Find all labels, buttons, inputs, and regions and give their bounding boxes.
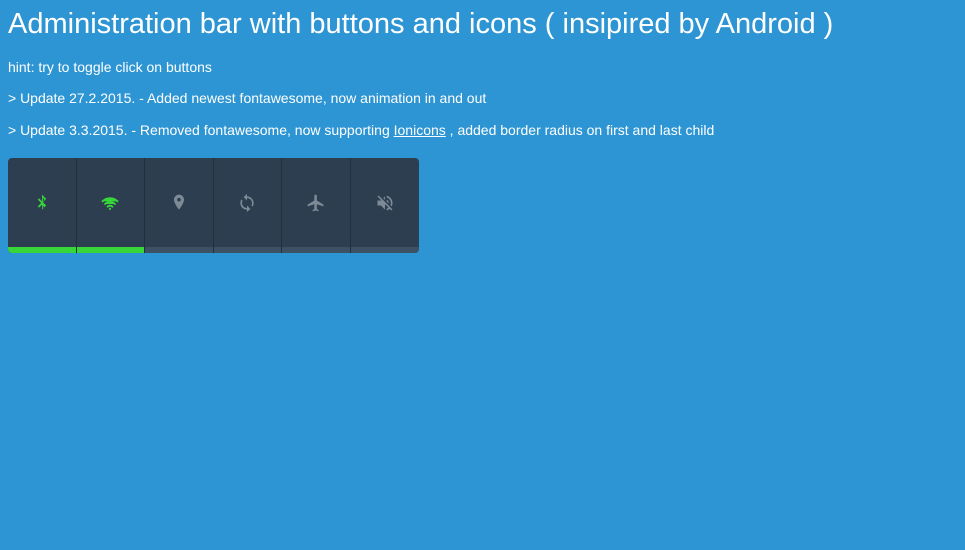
update-1: > Update 27.2.2015. - Added newest fonta… (8, 89, 957, 109)
ionicons-link[interactable]: Ionicons (394, 122, 446, 138)
active-indicator (8, 247, 76, 253)
active-indicator (214, 247, 282, 253)
update-2-prefix: > Update 3.3.2015. - Removed fontawesome… (8, 122, 394, 138)
update-2-suffix: , added border radius on first and last … (446, 122, 715, 138)
sync-icon (237, 193, 257, 218)
volume-off-icon (375, 193, 395, 218)
active-indicator (77, 247, 145, 253)
bluetooth-icon (32, 193, 52, 218)
bluetooth-button[interactable] (8, 158, 77, 253)
airplane-icon (306, 193, 326, 218)
hint-text: hint: try to toggle click on buttons (8, 58, 957, 78)
location-button[interactable] (145, 158, 214, 253)
active-indicator (282, 247, 350, 253)
active-indicator (145, 247, 213, 253)
active-indicator (351, 247, 420, 253)
page-title: Administration bar with buttons and icon… (8, 6, 957, 44)
wifi-button[interactable] (77, 158, 146, 253)
admin-bar (8, 158, 419, 253)
update-2: > Update 3.3.2015. - Removed fontawesome… (8, 121, 957, 141)
wifi-icon (100, 193, 120, 218)
location-icon (169, 193, 189, 218)
volume-off-button[interactable] (351, 158, 420, 253)
airplane-button[interactable] (282, 158, 351, 253)
sync-button[interactable] (214, 158, 283, 253)
